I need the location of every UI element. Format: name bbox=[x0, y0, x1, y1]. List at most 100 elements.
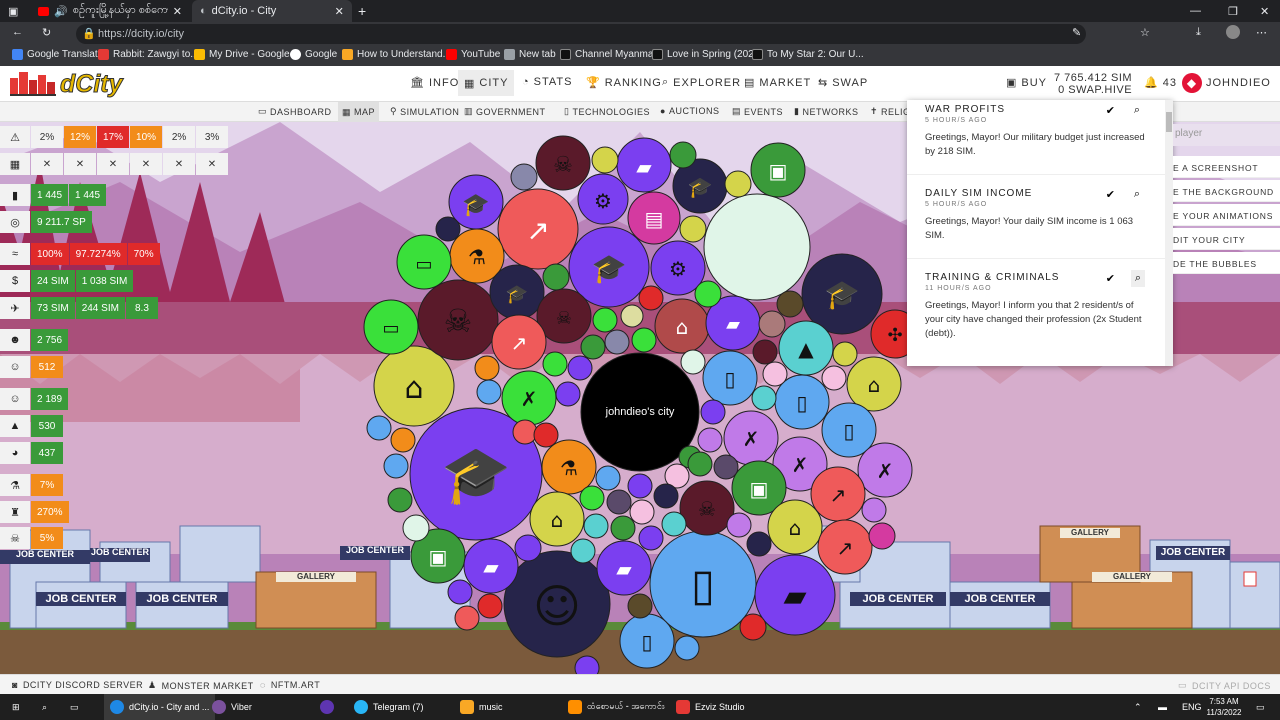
wrench-bubble[interactable] bbox=[832, 341, 858, 367]
stat-value[interactable]: ✕ bbox=[163, 153, 195, 175]
back-icon[interactable]: ← bbox=[12, 26, 23, 38]
stat-value[interactable]: 12% bbox=[64, 126, 97, 148]
wrench-bubble[interactable] bbox=[726, 512, 752, 538]
stat-value[interactable]: 7% bbox=[31, 474, 63, 496]
stat-value[interactable]: 437 bbox=[31, 442, 63, 464]
tools-bubble[interactable] bbox=[610, 515, 636, 541]
edit-city-menu-item[interactable]: DIT YOUR CITY bbox=[1173, 228, 1280, 250]
stat-value[interactable]: 512 bbox=[31, 356, 63, 378]
stat-value[interactable]: 244 SIM bbox=[75, 297, 125, 319]
menu-icon[interactable]: ⋯ bbox=[1256, 26, 1267, 39]
scale-bubble[interactable] bbox=[751, 385, 777, 411]
check-icon[interactable]: ✔ bbox=[1106, 104, 1115, 117]
image-bubble[interactable] bbox=[387, 487, 413, 513]
stat-value[interactable]: 73 SIM bbox=[31, 297, 75, 319]
subnav-auctions[interactable]: ● AUCTIONS bbox=[660, 106, 719, 116]
people-bubble[interactable] bbox=[821, 365, 847, 391]
stat-value[interactable]: 270% bbox=[31, 501, 69, 523]
parking-bubble[interactable] bbox=[555, 381, 581, 407]
car-bubble[interactable] bbox=[591, 146, 619, 174]
bookmark-item[interactable]: Google Translate bbox=[12, 49, 103, 60]
taskbar-music[interactable]: music bbox=[460, 694, 503, 720]
bookmark-item[interactable]: Love in Spring (202... bbox=[652, 49, 762, 60]
empty-bubble[interactable] bbox=[703, 193, 811, 301]
scrollbar[interactable] bbox=[1165, 100, 1173, 366]
stat-value[interactable]: 1 445 bbox=[31, 184, 69, 206]
stat-value[interactable]: ✕ bbox=[64, 153, 96, 175]
animations-menu-item[interactable]: E YOUR ANIMATIONS bbox=[1173, 204, 1280, 226]
teacher-bubble[interactable] bbox=[694, 280, 722, 308]
stat-value[interactable]: 2 189 bbox=[31, 388, 69, 410]
flask-bubble[interactable] bbox=[679, 215, 707, 243]
bookmark-item[interactable]: Google bbox=[290, 49, 337, 60]
bookmark-item[interactable]: New tab bbox=[504, 49, 556, 60]
notifications-bell[interactable]: 🔔 43 bbox=[1144, 76, 1177, 90]
new-tab-icon[interactable]: + bbox=[358, 0, 366, 22]
subnav-technologies[interactable]: ▯ TECHNOLOGIES bbox=[564, 106, 650, 117]
nav-city[interactable]: ▦ CITY bbox=[458, 70, 515, 96]
search-icon[interactable]: ⌕ bbox=[1134, 188, 1140, 201]
flag-bubble[interactable] bbox=[512, 419, 538, 445]
bookmark-item[interactable]: My Drive - Google... bbox=[194, 49, 298, 60]
stat-value[interactable]: 100% bbox=[31, 243, 69, 265]
notification-item[interactable]: DAILY SIM INCOME 5 HOUR/S AGO Greetings,… bbox=[907, 188, 1165, 243]
wrench-bubble[interactable] bbox=[700, 399, 726, 425]
nav-info[interactable]: 🏛 INFO bbox=[410, 76, 459, 90]
screenshot-menu-item[interactable]: E A SCREENSHOT bbox=[1173, 156, 1280, 178]
atom-bubble[interactable] bbox=[567, 355, 593, 381]
wrench-bubble[interactable] bbox=[604, 329, 630, 355]
empty-bubble[interactable] bbox=[680, 349, 706, 375]
close-icon[interactable]: ✕ bbox=[173, 5, 182, 18]
phone-bubble[interactable] bbox=[476, 379, 502, 405]
person-bubble[interactable] bbox=[570, 538, 596, 564]
taskbar-ezviz[interactable]: Ezviz Studio bbox=[676, 694, 745, 720]
notifications-panel[interactable]: WAR PROFITS 5 HOUR/S AGO Greetings, Mayo… bbox=[907, 100, 1173, 366]
stat-value[interactable]: 9 211.7 SP bbox=[31, 211, 92, 233]
stat-value[interactable]: 70% bbox=[127, 243, 160, 265]
stat-value[interactable]: 2 756 bbox=[31, 329, 69, 351]
phone-bubble[interactable] bbox=[435, 216, 461, 242]
url-input[interactable]: 🔒 https://dcity.io/city bbox=[76, 24, 1086, 44]
stat-value[interactable]: 3% bbox=[196, 126, 229, 148]
stat-value[interactable]: 2% bbox=[31, 126, 63, 148]
phone-bubble[interactable] bbox=[595, 465, 621, 491]
lang-indicator[interactable]: ENG bbox=[1182, 694, 1202, 720]
swap-bubble[interactable] bbox=[542, 263, 570, 291]
reload-icon[interactable]: ↻ bbox=[42, 26, 51, 39]
nav-ranking[interactable]: 🏆 RANKING bbox=[586, 76, 662, 90]
extension-icon[interactable]: ✎ bbox=[1072, 26, 1081, 39]
task-view-icon[interactable]: ▭ bbox=[70, 694, 79, 720]
download-icon[interactable]: ⤓ bbox=[1196, 26, 1201, 39]
stat-value[interactable]: 1 038 SIM bbox=[75, 270, 134, 292]
start-icon[interactable]: ⊞ bbox=[12, 694, 20, 720]
search-icon[interactable]: ⌕ bbox=[1134, 104, 1140, 117]
wrench-bubble[interactable] bbox=[669, 141, 697, 169]
phone-bubble[interactable] bbox=[638, 525, 664, 551]
bulb-bubble[interactable] bbox=[746, 531, 772, 557]
stat-value[interactable]: 530 bbox=[31, 415, 63, 437]
notification-item[interactable]: TRAINING & CRIMINALS 11 HOUR/S AGO Greet… bbox=[907, 270, 1165, 341]
notification-center-icon[interactable]: ▭ bbox=[1256, 694, 1265, 720]
camera-bubble[interactable] bbox=[674, 635, 700, 661]
flask-bubble[interactable] bbox=[474, 355, 500, 381]
shield-bubble[interactable] bbox=[606, 489, 632, 515]
taskbar-vlc[interactable]: ထံစောမယ် - အကောင်းဆုံး... bbox=[568, 694, 665, 720]
nftm-link[interactable]: ◌ NFTM.ART bbox=[260, 680, 320, 690]
monster-market-link[interactable]: ♟ MONSTER MARKET bbox=[148, 680, 254, 691]
hand-bubble[interactable] bbox=[592, 307, 618, 333]
stat-value[interactable]: ✕ bbox=[196, 153, 228, 175]
bookmark-item[interactable]: To My Star 2: Our U... bbox=[752, 49, 864, 60]
profile-avatar[interactable] bbox=[1226, 25, 1240, 39]
taskbar-viber[interactable]: Viber bbox=[212, 694, 252, 720]
discord-link[interactable]: ◙ DCITY DISCORD SERVER bbox=[12, 680, 143, 690]
search-icon[interactable]: ⌕ bbox=[1130, 270, 1145, 287]
empty-bubble[interactable] bbox=[868, 522, 896, 550]
stat-value[interactable]: 1 445 bbox=[69, 184, 107, 206]
subnav-map[interactable]: ▦ MAP bbox=[338, 102, 380, 122]
stat-value[interactable]: ✕ bbox=[97, 153, 129, 175]
dcity-logo[interactable]: dCity bbox=[10, 70, 123, 99]
subnav-religion[interactable]: ✝ RELIG bbox=[870, 106, 911, 117]
minimize-icon[interactable]: — bbox=[1190, 0, 1201, 22]
shirt-bubble[interactable] bbox=[758, 310, 786, 338]
empty-bubble[interactable] bbox=[402, 514, 430, 542]
